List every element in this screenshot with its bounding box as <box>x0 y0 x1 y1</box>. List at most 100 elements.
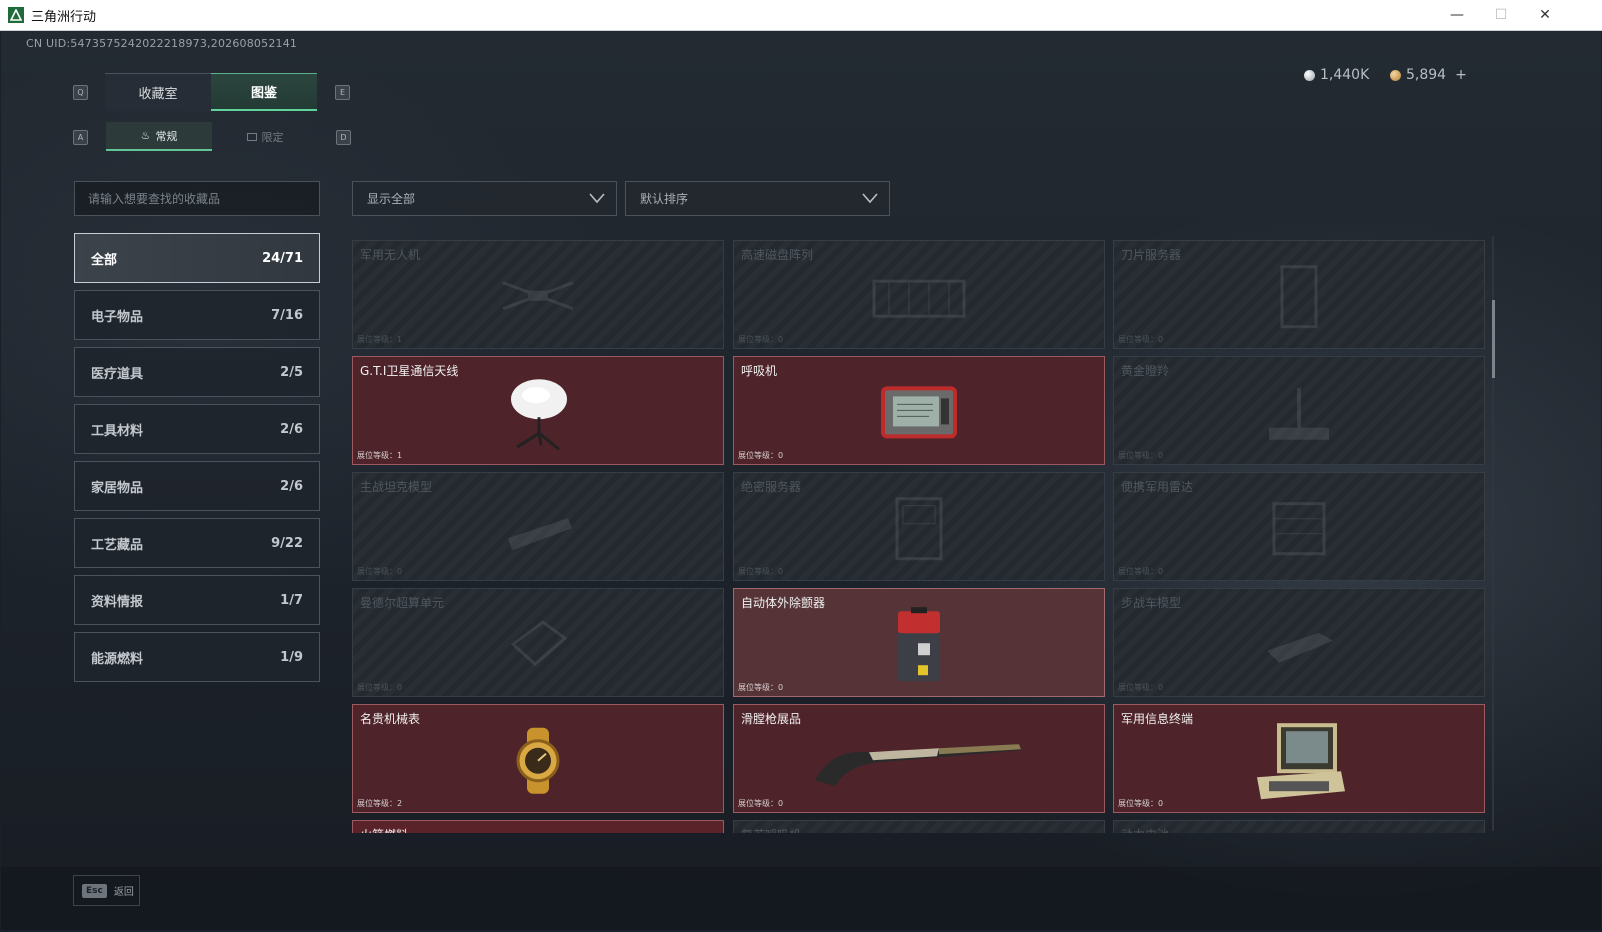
collectible-card[interactable]: 动力电池 <box>1113 820 1485 833</box>
maximize-button[interactable]: ☐ <box>1478 0 1524 30</box>
category-label: 工艺藏品 <box>91 537 144 553</box>
gazelle-icon <box>1259 377 1339 451</box>
terminal-icon <box>1249 721 1349 805</box>
card-display-level: 展位等级：0 <box>738 683 784 692</box>
key-hint-d: D <box>336 130 351 145</box>
collectible-card[interactable]: 曼德尔超算单元展位等级：0 <box>352 588 724 697</box>
card-title: 高速磁盘阵列 <box>741 248 814 262</box>
category-item[interactable]: 资料情报 1/7 <box>74 575 320 625</box>
item-grid: 军用无人机 展位等级：1 高速磁盘阵列 展位等级：0 刀片服务器 展位等级：0 G.T.I卫… <box>352 238 1487 833</box>
card-display-level: 展位等级：0 <box>738 567 784 576</box>
tab-collection-room[interactable]: 收藏室 <box>105 73 211 111</box>
collectible-card[interactable]: 自动体外除颤器展位等级：0 <box>733 588 1105 697</box>
card-title: 便携军用雷达 <box>1121 480 1194 494</box>
ifv-model-icon <box>1259 618 1339 672</box>
minimize-button[interactable]: — <box>1434 0 1480 30</box>
close-button[interactable]: ✕ <box>1522 0 1568 30</box>
collectible-card[interactable]: 主战坦克模型 展位等级：0 <box>352 472 724 581</box>
filter-dropdown[interactable]: 显示全部 <box>352 181 617 216</box>
collectible-card[interactable]: 火箭燃料 <box>352 820 724 833</box>
category-label: 全部 <box>91 252 118 268</box>
collectible-card[interactable]: 高速磁盘阵列展位等级：0 <box>733 240 1105 349</box>
tab-codex[interactable]: 图鉴 <box>211 73 317 111</box>
flame-icon: ♨ <box>140 129 151 142</box>
category-count: 2/6 <box>280 478 303 494</box>
category-item[interactable]: 医疗道具 2/5 <box>74 347 320 397</box>
watch-icon <box>503 725 573 799</box>
category-label: 能源燃料 <box>91 651 144 667</box>
card-title: 黄金瞪羚 <box>1121 364 1170 378</box>
add-currency-button[interactable]: + <box>1455 67 1467 83</box>
radar-icon <box>1264 493 1334 567</box>
card-title: G.T.I卫星通信天线 <box>360 364 459 378</box>
card-display-level: 展位等级：0 <box>1118 335 1164 344</box>
category-item[interactable]: 家居物品 2/6 <box>74 461 320 511</box>
search-input[interactable]: 请输入想要查找的收藏品 <box>74 181 320 216</box>
collectible-card[interactable]: 滑膛枪展品展位等级：0 <box>733 704 1105 813</box>
category-item[interactable]: 工艺藏品 9/22 <box>74 518 320 568</box>
category-label: 工具材料 <box>91 423 144 439</box>
card-title: 复苏呼吸机 <box>741 826 801 833</box>
sort-dropdown-value: 默认排序 <box>640 192 689 206</box>
category-item[interactable]: 全部 24/71 <box>74 233 320 283</box>
category-label: 医疗道具 <box>91 366 144 382</box>
compute-unit-icon <box>503 614 573 678</box>
tank-model-icon <box>498 498 578 562</box>
game-viewport: CN UID:5473575242022218973,202608052141 … <box>1 31 1601 930</box>
scrollbar-thumb[interactable] <box>1492 300 1495 378</box>
gold-coin-icon <box>1390 69 1401 81</box>
category-count: 1/7 <box>280 592 303 608</box>
card-display-level: 展位等级：0 <box>1118 683 1164 692</box>
silver-amount: 1,440K <box>1320 67 1370 83</box>
card-title: 名贵机械表 <box>360 712 421 726</box>
card-display-level: 展位等级：0 <box>357 683 403 692</box>
image-icon <box>246 132 257 141</box>
collectible-card[interactable]: 黄金瞪羚 展位等级：0 <box>1113 356 1485 465</box>
collectible-card[interactable]: 便携军用雷达展位等级：0 <box>1113 472 1485 581</box>
currency-silver: 1,440K <box>1304 67 1369 83</box>
card-display-level: 展位等级：0 <box>357 567 403 576</box>
card-display-level: 展位等级：0 <box>1118 567 1164 576</box>
subtab-limited[interactable]: 限定 <box>212 122 318 151</box>
collectible-card[interactable]: G.T.I卫星通信天线 展位等级：1 <box>352 356 724 465</box>
sort-dropdown[interactable]: 默认排序 <box>625 181 890 216</box>
back-button[interactable]: Esc 返回 <box>73 875 140 906</box>
category-count: 9/22 <box>271 535 303 551</box>
subtab-regular[interactable]: ♨ 常规 <box>106 122 212 151</box>
chevron-down-icon <box>862 193 878 204</box>
card-title: 军用信息终端 <box>1121 712 1194 726</box>
drone-icon <box>493 270 583 324</box>
defibrillator-icon <box>894 605 944 689</box>
card-title: 曼德尔超算单元 <box>360 596 445 610</box>
collectible-card[interactable]: 军用信息终端 展位等级：0 <box>1113 704 1485 813</box>
card-title: 绝密服务器 <box>741 480 802 494</box>
category-count: 24/71 <box>262 250 303 266</box>
collectible-card[interactable]: 复苏呼吸机 <box>733 820 1105 833</box>
silver-coin-icon <box>1304 69 1315 81</box>
card-display-level: 展位等级：0 <box>738 335 784 344</box>
player-uid: CN UID:5473575242022218973,202608052141 <box>26 37 298 50</box>
collectible-card[interactable]: 步战车模型 展位等级：0 <box>1113 588 1485 697</box>
esc-key-hint: Esc <box>82 883 107 898</box>
card-display-level: 展位等级：0 <box>738 799 784 808</box>
card-title: 刀片服务器 <box>1121 248 1182 262</box>
category-count: 2/5 <box>280 364 303 380</box>
category-item[interactable]: 能源燃料 1/9 <box>74 632 320 682</box>
category-item[interactable]: 电子物品 7/16 <box>74 290 320 340</box>
card-display-level: 展位等级：0 <box>738 451 784 460</box>
card-title: 滑膛枪展品 <box>741 712 802 726</box>
disk-array-icon <box>869 266 969 330</box>
app-logo-icon <box>8 7 24 23</box>
category-item[interactable]: 工具材料 2/6 <box>74 404 320 454</box>
bottom-bar <box>1 867 1601 930</box>
collectible-card[interactable]: 呼吸机展位等级：0 <box>733 356 1105 465</box>
collectible-card[interactable]: 绝密服务器展位等级：0 <box>733 472 1105 581</box>
category-count: 2/6 <box>280 421 303 437</box>
collectible-card[interactable]: 名贵机械表 展位等级：2 <box>352 704 724 813</box>
card-title: 自动体外除颤器 <box>741 596 826 610</box>
collectible-card[interactable]: 刀片服务器展位等级：0 <box>1113 240 1485 349</box>
collectible-card[interactable]: 军用无人机 展位等级：1 <box>352 240 724 349</box>
musket-icon <box>809 730 1029 794</box>
card-title: 呼吸机 <box>741 364 778 378</box>
gold-amount: 5,894 <box>1406 67 1447 83</box>
